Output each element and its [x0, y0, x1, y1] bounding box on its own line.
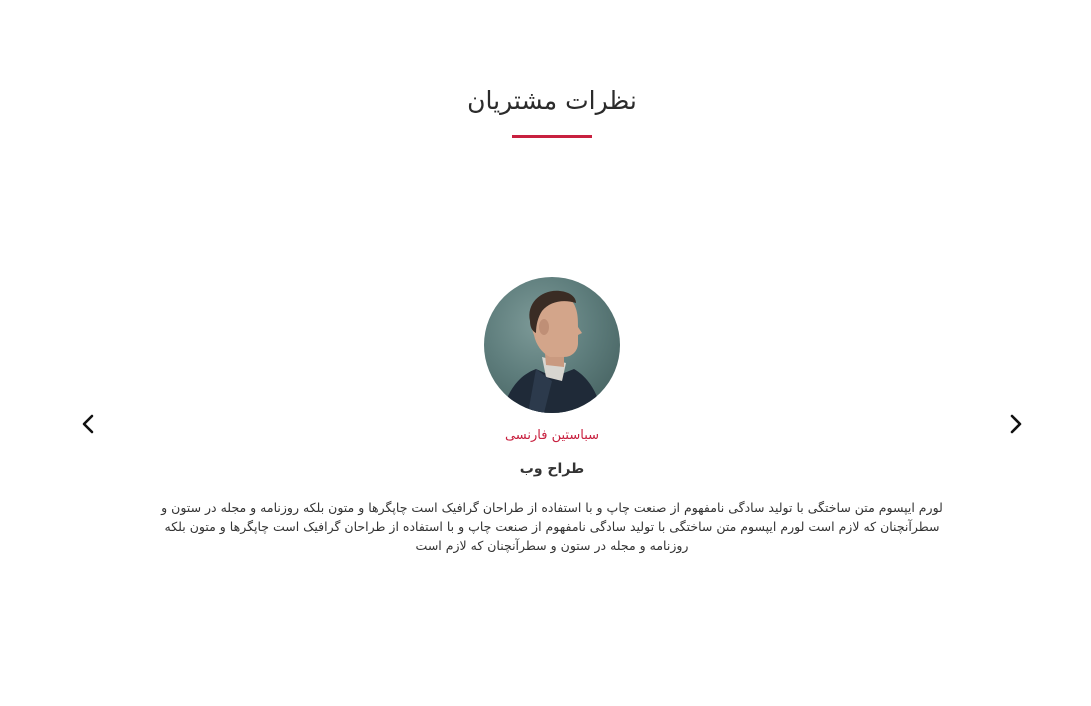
avatar [484, 277, 620, 413]
testimonial-author-name: سباستین فارنسی [504, 428, 600, 443]
section-title: نظرات مشتریان [467, 86, 637, 115]
title-underline [512, 135, 592, 138]
person-portrait-icon [502, 290, 602, 413]
testimonial-text: لورم ایپسوم متن ساختگی با تولید سادگی نا… [161, 500, 943, 553]
testimonial-author-role: طراح وب [519, 461, 585, 477]
testimonials-section: نظرات مشتریان سباستین فارنسی طراح وب لور… [0, 0, 1091, 706]
